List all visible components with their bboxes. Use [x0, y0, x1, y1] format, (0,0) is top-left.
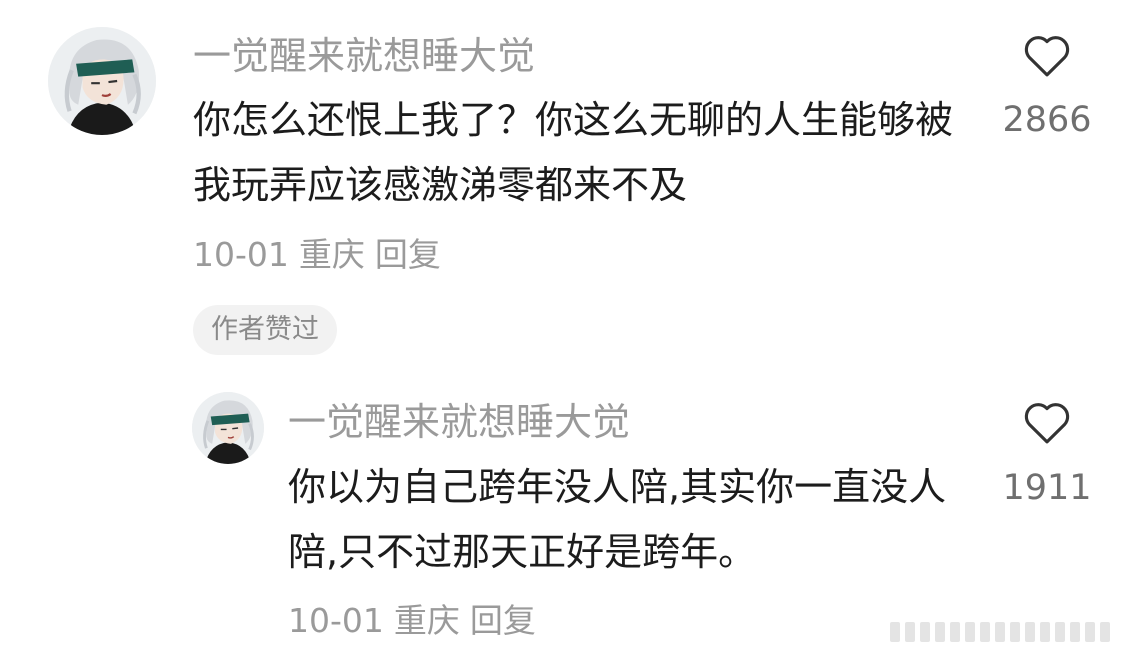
comment-text: 你怎么还恨上我了？你这么无聊的人生能够被我玩弄应该感激涕零都来不及: [193, 98, 954, 207]
reply-text: 你以为自己跨年没人陪,其实你一直没人陪,只不过那天正好是跨年。: [288, 465, 947, 574]
reply-item: 一觉醒来就想睡大觉 你以为自己跨年没人陪,其实你一直没人陪,只不过那天正好是跨年…: [0, 370, 1125, 658]
heart-outline-icon: [1024, 36, 1070, 77]
comment-item: 一觉醒来就想睡大觉 你怎么还恨上我了？你这么无聊的人生能够被我玩弄应该感激涕零都…: [0, 0, 1125, 370]
reply-date: 10-01: [288, 601, 384, 640]
like-button[interactable]: [1018, 399, 1076, 449]
reply-username[interactable]: 一觉醒来就想睡大觉: [288, 400, 630, 444]
watermark-bars: [890, 622, 1110, 642]
avatar-illustration-icon: [192, 392, 264, 464]
comment-date: 10-01: [193, 235, 289, 274]
avatar[interactable]: [48, 27, 156, 135]
avatar-illustration-icon: [48, 27, 156, 135]
reply-meta: 10-01 重庆 回复: [288, 601, 546, 641]
comment-meta: 10-01 重庆 回复: [193, 235, 451, 275]
avatar[interactable]: [192, 392, 264, 464]
like-count: 1911: [1002, 468, 1092, 508]
comment-location: 重庆: [298, 235, 365, 274]
author-liked-badge: 作者赞过: [193, 305, 337, 355]
reply-button[interactable]: 回复: [470, 601, 536, 640]
like-button[interactable]: [1018, 32, 1076, 82]
reply-button[interactable]: 回复: [375, 235, 441, 274]
comment-username[interactable]: 一觉醒来就想睡大觉: [193, 34, 535, 78]
heart-outline-icon: [1024, 403, 1070, 444]
reply-location: 重庆: [393, 601, 460, 640]
like-count: 2866: [1002, 100, 1092, 140]
